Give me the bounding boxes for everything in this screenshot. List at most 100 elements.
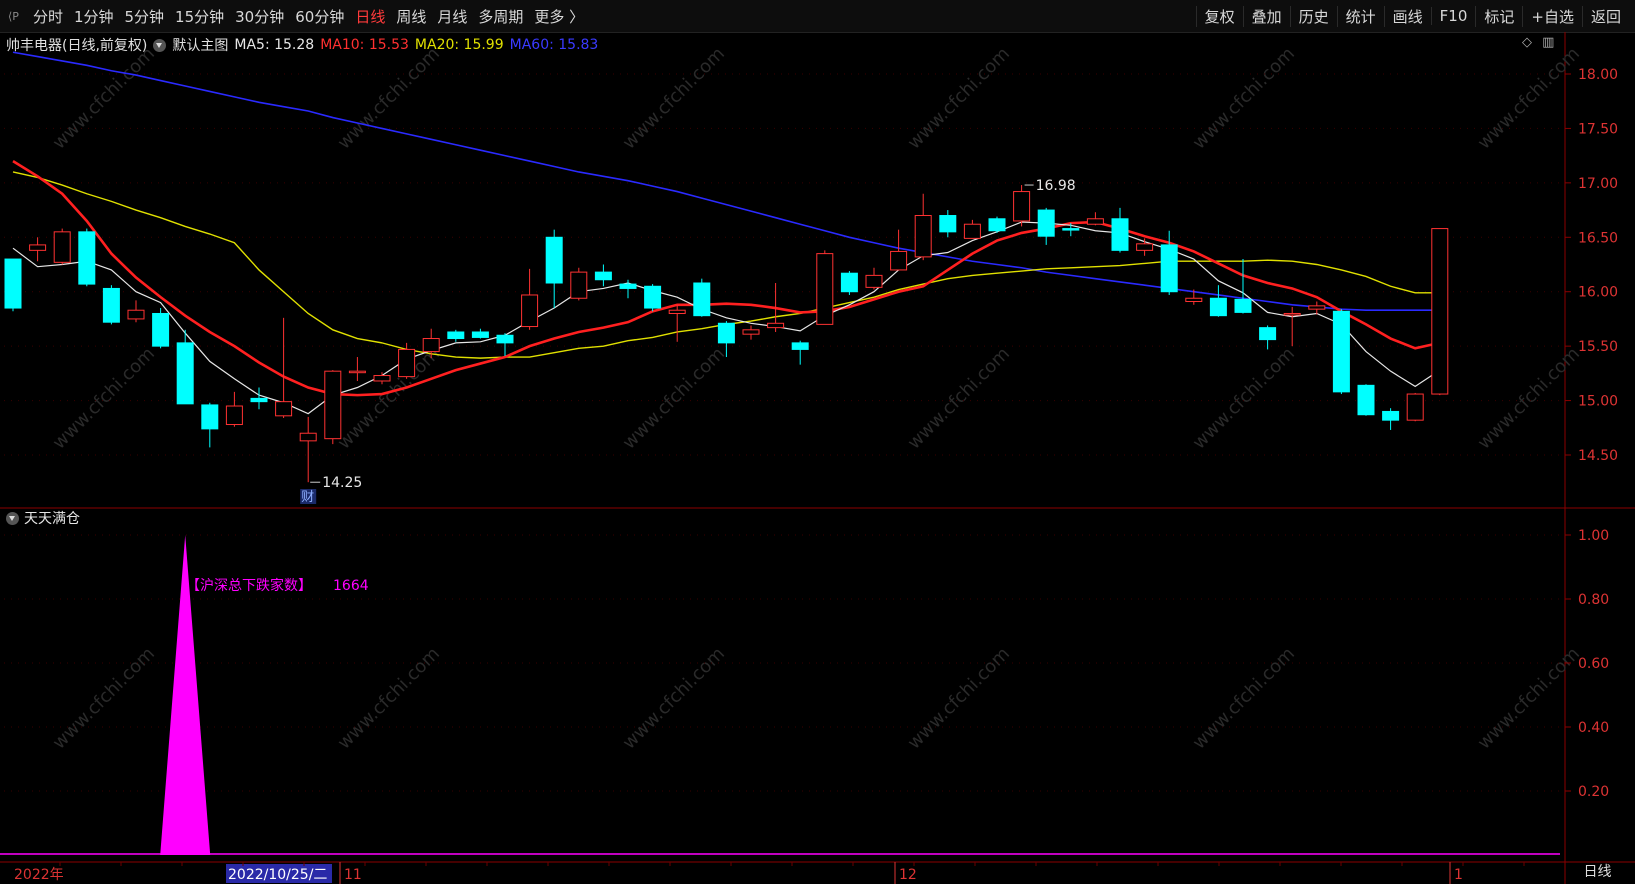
price-tick-label: 15.50 (1578, 339, 1618, 355)
watermark-text: www.cfchi.com (334, 343, 444, 453)
indicator-tick-label: 0.20 (1578, 784, 1609, 800)
candle-body (1431, 228, 1449, 395)
candle-body (373, 375, 391, 382)
candle-body (816, 253, 834, 325)
candle-body (644, 285, 662, 309)
indicator-tick-label: 1.00 (1578, 528, 1609, 544)
candle-body (1209, 297, 1227, 317)
candle-body (1283, 312, 1301, 316)
watermark-text: www.cfchi.com (1474, 343, 1584, 453)
candle-body (201, 404, 219, 430)
high-price-label: 16.98 (1036, 178, 1076, 194)
candle-body (742, 329, 760, 335)
indicator-tick-label: 0.60 (1578, 656, 1609, 672)
price-tick-label: 14.50 (1578, 448, 1618, 464)
candle-body (767, 322, 785, 329)
price-tick-label: 15.00 (1578, 394, 1618, 410)
candle-body (521, 294, 539, 328)
watermark-text: www.cfchi.com (1189, 343, 1299, 453)
candle-body (275, 401, 293, 417)
candle-body (1160, 244, 1178, 293)
candle-body (250, 397, 268, 403)
candle-body (1308, 305, 1326, 310)
candle-body (127, 309, 145, 320)
watermark-text: www.cfchi.com (619, 643, 729, 753)
x-label-11: 11 (344, 867, 362, 883)
ma5-line (12, 221, 1441, 415)
candle-body (1259, 327, 1277, 341)
candle-body (1037, 209, 1055, 237)
watermark-text: www.cfchi.com (1189, 43, 1299, 153)
watermark-text: www.cfchi.com (904, 343, 1014, 453)
candle-body (176, 342, 194, 405)
candle-body (693, 282, 711, 317)
kline-chart[interactable]: www.cfchi.com www.cfchi.com www.cfchi.com w… (0, 0, 1635, 884)
candle-body (1136, 243, 1154, 251)
candle-body (865, 274, 883, 288)
candle-body (4, 258, 22, 309)
low-price-label: 14.25 (322, 475, 362, 491)
watermark-text: www.cfchi.com (49, 343, 159, 453)
candle-body (1062, 228, 1080, 231)
candle-body (914, 215, 932, 258)
indicator-tick-label: 0.80 (1578, 592, 1609, 608)
candle-body (594, 271, 612, 281)
x-label-1: 1 (1454, 867, 1463, 883)
candle-body (422, 338, 440, 353)
candle-body (1332, 310, 1350, 393)
x-label-12: 12 (899, 867, 917, 883)
candle-body (53, 231, 71, 263)
indicator-tick-label: 0.40 (1578, 720, 1609, 736)
candle-body (963, 223, 981, 239)
candle-body (545, 236, 563, 284)
watermark-text: www.cfchi.com (334, 643, 444, 753)
watermark-text: www.cfchi.com (619, 43, 729, 153)
price-tick-label: 18.00 (1578, 67, 1618, 83)
indicator-label: 【沪深总下跌家数】 (186, 577, 312, 594)
candle-body (791, 342, 809, 350)
candle-body (939, 215, 957, 233)
candle-body (78, 231, 96, 285)
watermark-text: www.cfchi.com (619, 343, 729, 453)
candle-body (152, 312, 170, 347)
candle-body (496, 334, 514, 344)
ma60-line (12, 51, 1440, 312)
candle-body (1357, 384, 1375, 416)
candle-body (840, 272, 858, 293)
price-tick-label: 16.00 (1578, 285, 1618, 301)
cai-badge: 财 (301, 490, 314, 505)
candle-body (29, 244, 47, 251)
candle-body (1086, 218, 1104, 225)
candle-body (225, 405, 243, 426)
watermark-text: www.cfchi.com (49, 43, 159, 153)
price-tick-label: 17.00 (1578, 176, 1618, 192)
candle-body (890, 250, 908, 271)
price-tick-label: 16.50 (1578, 230, 1618, 246)
candle-body (1406, 393, 1424, 421)
candle-body (398, 348, 416, 378)
price-tick-label: 17.50 (1578, 121, 1618, 137)
x-label-year: 2022年 (14, 867, 64, 883)
candle-body (447, 331, 465, 340)
watermark-text: www.cfchi.com (1474, 643, 1584, 753)
cursor-date: 2022/10/25/二 (228, 867, 327, 883)
candle-body (668, 309, 686, 314)
candle-body (299, 432, 317, 442)
candle-body (471, 331, 489, 338)
candle-body (1382, 410, 1400, 421)
candle-body (324, 370, 342, 440)
watermark-text: www.cfchi.com (334, 43, 444, 153)
candle-body (1013, 191, 1031, 222)
watermark-text: www.cfchi.com (904, 43, 1014, 153)
candle-body (1111, 218, 1129, 251)
candle-body (619, 283, 637, 289)
indicator-value: 1664 (333, 578, 369, 594)
candle-body (1234, 298, 1252, 313)
candle-body (1185, 297, 1203, 303)
candle-body (717, 322, 735, 344)
watermark-text: www.cfchi.com (1474, 43, 1584, 153)
watermark-text: www.cfchi.com (1189, 643, 1299, 753)
candle-body (988, 218, 1006, 232)
period-status[interactable]: 日线 (1560, 860, 1635, 884)
candle-body (102, 287, 120, 323)
